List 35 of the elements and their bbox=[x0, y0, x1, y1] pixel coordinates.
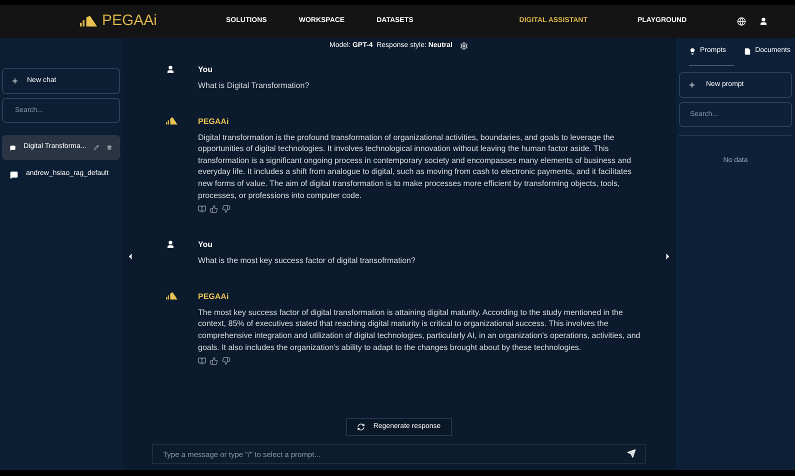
message-author: You bbox=[198, 64, 214, 76]
chat-bubble-icon bbox=[10, 170, 18, 178]
message-text: What is the most key success factor of digital transofrmation? bbox=[198, 255, 416, 267]
settings-icon[interactable] bbox=[460, 42, 468, 50]
thumbs-down-icon[interactable] bbox=[222, 357, 230, 366]
message-author: PEGAAi bbox=[198, 116, 230, 128]
user-avatar-icon bbox=[166, 240, 175, 250]
globe-icon[interactable] bbox=[736, 17, 746, 26]
send-icon[interactable] bbox=[627, 449, 636, 458]
message-text: Digital transformation is the profound transformation of organizational activities, boundaries, and goals to leverage the opportunities of digital technologies. It involves technological innovation without leaving the human factor aside. This transformation is a significant ongoing process in contemporary society and encompasses many elements of business and everyday life. It includes a shift from analogue to digital, such as moving from cash to electronic payments, and it facilitates new forms of value. The aim of digital transformation is to make processes more efficient by transforming objects, tools, processes, or professions into computer code. bbox=[198, 132, 633, 202]
collapse-left-icon[interactable] bbox=[126, 252, 135, 261]
delete-icon[interactable] bbox=[107, 144, 112, 151]
thumbs-up-icon[interactable] bbox=[210, 205, 218, 214]
bars-logo-icon bbox=[166, 292, 178, 301]
thumbs-down-icon[interactable] bbox=[222, 205, 230, 214]
thumbs-up-icon[interactable] bbox=[210, 357, 218, 366]
message-text: The most key success factor of digital transformation is attaining digital maturity. According to the study mentioned in the context, 85% of executives stated that reaching digital maturity is critical to organizational success. This involves the comprehensive integration and utilization of digital technologies, particularly AI, in an organization's operations, activities, and goals. It also includes the organization's ability to adapt to the changes brought about by these technologies. bbox=[198, 306, 642, 354]
lightbulb-icon bbox=[689, 48, 696, 55]
edit-icon[interactable] bbox=[94, 144, 100, 151]
collapse-right-icon[interactable] bbox=[663, 252, 672, 261]
message-author: PEGAAi bbox=[198, 290, 230, 303]
user-avatar-icon bbox=[166, 65, 175, 74]
message-text: What is Digital Transformation? bbox=[198, 80, 310, 92]
bars-logo-icon bbox=[80, 14, 98, 28]
user-icon[interactable] bbox=[758, 17, 768, 26]
brand-name: PEGAAi bbox=[102, 11, 158, 32]
plus-icon bbox=[11, 77, 19, 85]
document-icon bbox=[744, 48, 752, 55]
chat-bubble-icon bbox=[10, 144, 16, 152]
message-author: You bbox=[198, 239, 214, 252]
bars-logo-icon bbox=[166, 116, 178, 126]
book-icon[interactable] bbox=[198, 205, 206, 214]
refresh-icon bbox=[357, 423, 366, 431]
plus-icon bbox=[688, 81, 696, 89]
book-icon[interactable] bbox=[198, 357, 206, 366]
